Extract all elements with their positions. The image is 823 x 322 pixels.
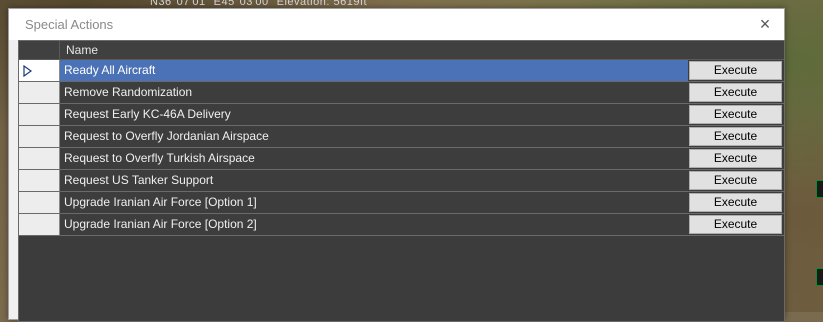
special-actions-grid: Name Ready All Aircraft Execute Remove Ran… xyxy=(18,40,785,322)
action-name-cell[interactable]: Request to Overfly Turkish Airspace xyxy=(60,148,688,169)
execute-cell: Execute xyxy=(688,104,784,125)
grid-rows: Ready All Aircraft Execute Remove Randomiz… xyxy=(19,60,784,236)
execute-button[interactable]: Execute xyxy=(689,193,782,212)
table-row[interactable]: Request to Overfly Turkish Airspace Execu… xyxy=(19,148,784,170)
execute-cell: Execute xyxy=(688,170,784,191)
row-header-cell[interactable] xyxy=(19,170,60,191)
action-name-cell[interactable]: Upgrade Iranian Air Force [Option 2] xyxy=(60,214,688,235)
table-row[interactable]: Upgrade Iranian Air Force [Option 1] Exec… xyxy=(19,192,784,214)
execute-cell: Execute xyxy=(688,60,784,81)
table-row[interactable]: Request to Overfly Jordanian Airspace Exe… xyxy=(19,126,784,148)
execute-cell: Execute xyxy=(688,148,784,169)
execute-button[interactable]: Execute xyxy=(689,61,782,80)
special-actions-window: Special Actions × Name Ready All Aircraf… xyxy=(8,8,785,322)
action-name-cell[interactable]: Request to Overfly Jordanian Airspace xyxy=(60,126,688,147)
map-unit-marker[interactable] xyxy=(816,268,823,286)
window-title: Special Actions xyxy=(25,17,114,32)
row-header-cell[interactable] xyxy=(19,192,60,213)
row-header-corner xyxy=(19,41,60,59)
execute-button[interactable]: Execute xyxy=(689,215,782,234)
row-header-cell[interactable] xyxy=(19,60,60,81)
grid-header: Name xyxy=(19,41,784,60)
execute-cell: Execute xyxy=(688,126,784,147)
table-row[interactable]: Request Early KC-46A Delivery Execute xyxy=(19,104,784,126)
triangle-right-icon xyxy=(23,64,33,77)
execute-button[interactable]: Execute xyxy=(689,83,782,102)
action-name-cell[interactable]: Request US Tanker Support xyxy=(60,170,688,191)
execute-cell: Execute xyxy=(688,82,784,103)
row-header-cell[interactable] xyxy=(19,148,60,169)
execute-button[interactable]: Execute xyxy=(689,105,782,124)
table-row[interactable]: Request US Tanker Support Execute xyxy=(19,170,784,192)
table-row[interactable]: Ready All Aircraft Execute xyxy=(19,60,784,82)
action-name-cell[interactable]: Remove Randomization xyxy=(60,82,688,103)
action-name-cell[interactable]: Upgrade Iranian Air Force [Option 1] xyxy=(60,192,688,213)
column-header-name[interactable]: Name xyxy=(60,41,784,59)
map-coordinate-readout: N36°07'01" E45°03'00" Elevation: 5619ft xyxy=(150,0,368,8)
execute-button[interactable]: Execute xyxy=(689,149,782,168)
map-unit-marker[interactable] xyxy=(816,180,823,198)
close-icon[interactable]: × xyxy=(754,14,776,36)
action-name-cell[interactable]: Ready All Aircraft xyxy=(60,60,688,81)
action-name-cell[interactable]: Request Early KC-46A Delivery xyxy=(60,104,688,125)
table-row[interactable]: Remove Randomization Execute xyxy=(19,82,784,104)
execute-cell: Execute xyxy=(688,214,784,235)
row-header-cell[interactable] xyxy=(19,82,60,103)
row-header-cell[interactable] xyxy=(19,214,60,235)
row-header-cell[interactable] xyxy=(19,126,60,147)
row-header-cell[interactable] xyxy=(19,104,60,125)
title-bar[interactable]: Special Actions × xyxy=(9,9,784,40)
execute-cell: Execute xyxy=(688,192,784,213)
execute-button[interactable]: Execute xyxy=(689,127,782,146)
table-row[interactable]: Upgrade Iranian Air Force [Option 2] Exec… xyxy=(19,214,784,236)
execute-button[interactable]: Execute xyxy=(689,171,782,190)
